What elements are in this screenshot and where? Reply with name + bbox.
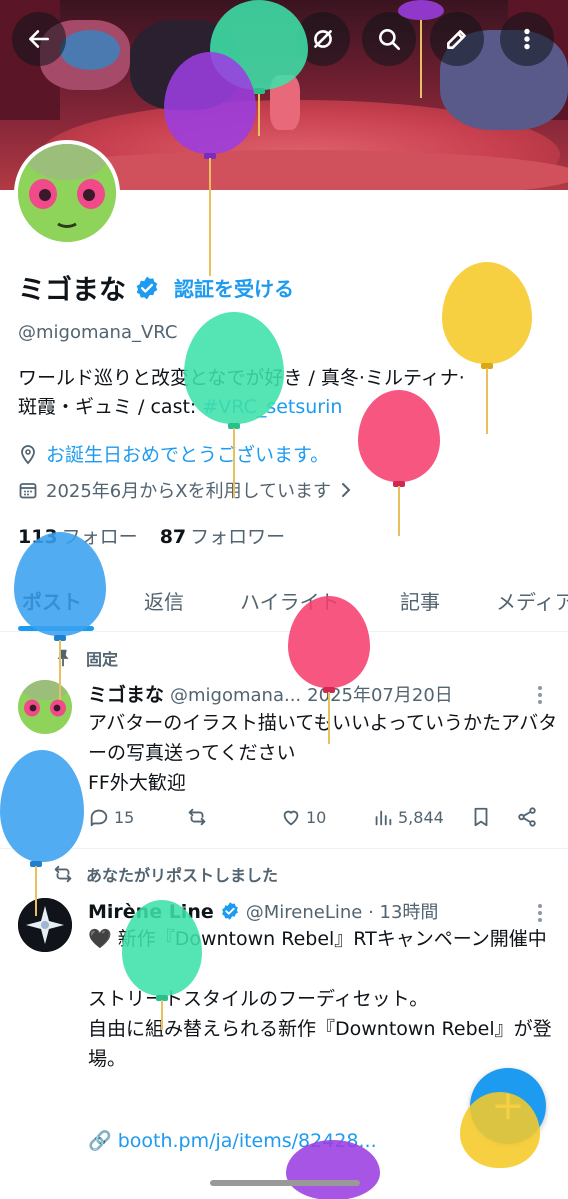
followers-link[interactable]: 87 フォロワー (160, 522, 285, 549)
views-chart-icon (375, 810, 392, 826)
reposted-label: あなたがリポストしました (86, 866, 279, 885)
edit-icon (447, 30, 466, 49)
trend-off-button[interactable] (296, 12, 350, 66)
profile-handle: @migomana_VRC (18, 322, 178, 343)
bookmark-icon (474, 807, 488, 827)
bio-hashtag-link[interactable]: #VRC_setsurin (202, 396, 342, 418)
joined-row: 2025年6月からXを利用しています (18, 477, 353, 503)
bio-line-2: 斑霞・ギュミ / cast: #VRC_setsurin (18, 393, 558, 422)
like-button[interactable]: 10 (280, 806, 326, 828)
back-button[interactable] (12, 12, 66, 66)
repost-icon (188, 808, 206, 826)
chevron-right-icon[interactable] (339, 481, 353, 499)
repost-text: 🖤 新作『Downtown Rebel』RTキャンペーン開催中 ストリートスタイ… (88, 928, 552, 1070)
post-date: 2025年07月20日 (307, 685, 453, 706)
avatar-image (18, 144, 116, 242)
followers-label: フォロワー (190, 526, 286, 548)
location-pin-icon (21, 444, 35, 464)
plus-icon: + (491, 1083, 525, 1129)
search-icon (379, 29, 401, 51)
calendar-icon (19, 483, 37, 499)
active-tab-indicator (18, 626, 94, 631)
home-indicator-bar[interactable] (210, 1180, 360, 1186)
avatar-image (18, 680, 72, 734)
reply-count: 15 (114, 807, 135, 827)
verified-badge-icon (136, 276, 158, 299)
bio-line-1: ワールド巡りと改変となでが好き / 真冬·ミルティナ· (18, 367, 465, 389)
birthday-row: お誕生日おめでとうございます。 (18, 440, 329, 467)
trend-off-icon (314, 30, 332, 48)
repost-author-avatar[interactable] (18, 898, 72, 952)
post-more-icon[interactable] (538, 686, 544, 707)
display-name: ミゴまな (18, 275, 126, 306)
following-link[interactable]: 113 フォロー (18, 522, 138, 549)
follow-stats: 113 フォロー 87 フォロワー (18, 522, 285, 549)
bio-line-2-text: 斑霞・ギュミ / cast: (18, 396, 203, 418)
views-count: 5,844 (398, 807, 444, 827)
heart-icon (283, 810, 299, 826)
views-button[interactable]: 5,844 (372, 806, 444, 828)
tab-replies[interactable]: 返信 (144, 586, 184, 615)
pin-icon (57, 649, 69, 667)
repost-author-handle: @MireneLine · 13時間 (245, 902, 439, 923)
repost-button[interactable] (186, 806, 212, 828)
more-button[interactable] (500, 12, 554, 66)
birthday-text[interactable]: お誕生日おめでとうございます。 (46, 440, 329, 467)
get-verified-link[interactable]: 認証を受ける (174, 273, 294, 302)
share-icon (518, 807, 536, 827)
repost-more-icon[interactable] (538, 904, 544, 925)
repost-link[interactable]: 🔗 booth.pm/ja/items/82428... (88, 1126, 488, 1156)
repost-header: Mirène Line @MireneLine · 13時間 (88, 898, 438, 924)
reply-icon (90, 809, 108, 827)
profile-bio: ワールド巡りと改変となでが好き / 真冬·ミルティナ· 斑霞・ギュミ / cas… (18, 364, 558, 422)
tab-media[interactable]: メディア (496, 586, 568, 615)
name-row: ミゴまな 認証を受ける (18, 268, 294, 307)
post-author-avatar[interactable] (18, 680, 72, 734)
tab-articles[interactable]: 記事 (400, 586, 440, 615)
pinned-label: 固定 (86, 650, 119, 669)
reply-button[interactable]: 15 (88, 806, 134, 828)
tab-posts[interactable]: ポスト (22, 586, 82, 615)
compose-fab[interactable]: + (470, 1068, 546, 1144)
search-button[interactable] (362, 12, 416, 66)
post-author-name[interactable]: ミゴまな (88, 680, 164, 707)
avatar-image (18, 898, 72, 952)
profile-avatar[interactable] (14, 140, 120, 246)
like-count: 10 (306, 807, 327, 827)
joined-text: 2025年6月からXを利用しています (46, 481, 332, 502)
pinned-post-text: アバターのイラスト描いてもいいよっていうかたアバターの写真送ってください FF外… (88, 712, 558, 794)
repost-icon (54, 865, 72, 883)
bookmark-button[interactable] (470, 806, 492, 828)
profile-tabs: ポスト 返信 ハイライト 記事 メディア (0, 572, 568, 632)
following-label: フォロー (61, 526, 138, 548)
more-vertical-icon (524, 28, 530, 50)
arrow-left-icon (29, 30, 49, 48)
following-count: 113 (18, 526, 58, 548)
repost-author-name[interactable]: Mirène Line (88, 901, 214, 923)
pinned-post-header: ミゴまな @migomana... 2025年07月20日 (88, 680, 453, 707)
share-button[interactable] (516, 806, 538, 828)
verified-badge-icon (221, 902, 238, 920)
edit-button[interactable] (430, 12, 484, 66)
followers-count: 87 (159, 526, 187, 548)
reposted-indicator: あなたがリポストしました (52, 862, 278, 886)
post-author-handle: @migomana... (170, 685, 302, 706)
post-divider (0, 848, 568, 849)
post-actions: 15 10 5,844 (88, 806, 548, 834)
pinned-indicator: 固定 (52, 646, 118, 670)
tab-highlights[interactable]: ハイライト (240, 586, 340, 615)
